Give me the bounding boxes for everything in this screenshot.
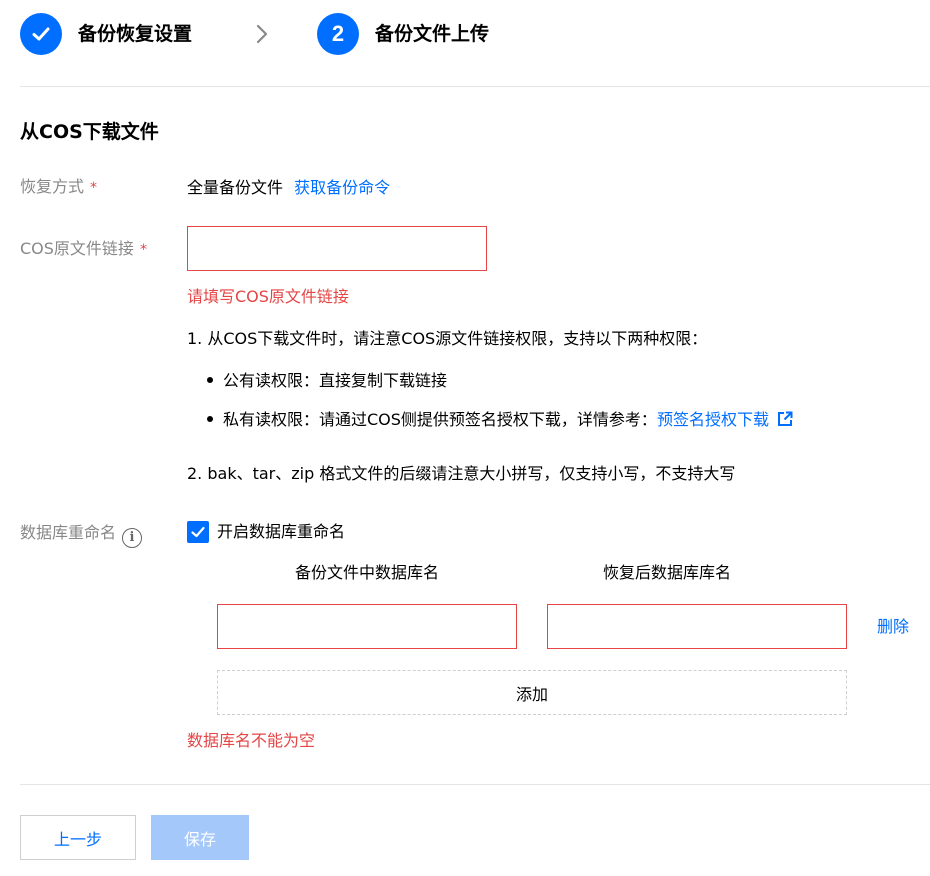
cos-link-error: 请填写COS原文件链接 [187, 287, 349, 306]
note-bullet-private-text: 私有读权限：请通过COS侧提供预签名授权下载，详情参考： [223, 410, 657, 429]
db-name-error: 数据库名不能为空 [187, 731, 316, 750]
presign-auth-link-text: 预签名授权下载 [656, 410, 769, 429]
save-button[interactable]: 保存 [151, 815, 249, 860]
required-mark: * [139, 242, 147, 258]
col-header-source-db: 备份文件中数据库名 [294, 563, 439, 582]
add-db-rename-button[interactable]: 添加 [217, 670, 847, 715]
check-icon [191, 526, 205, 538]
db-rename-checkbox[interactable] [187, 521, 209, 543]
info-icon[interactable]: i [122, 528, 143, 548]
step-1-label: 备份恢复设置 [78, 23, 193, 45]
step-2-indicator: 2 [317, 13, 359, 55]
required-mark: * [90, 180, 98, 196]
note-bullet-public: 公有读权限：直接复制下载链接 [207, 370, 447, 392]
col-header-target-db: 恢复后数据库库名 [602, 563, 731, 582]
note-line-2: 2. bak、tar、zip 格式文件的后缀请注意大小拼写，仅支持小写，不支持大… [187, 464, 736, 483]
db-rename-label: 数据库重命名 i [20, 522, 143, 548]
target-db-name-input[interactable] [547, 604, 847, 649]
restore-method-label: 恢复方式 * [20, 176, 97, 199]
cos-link-label: COS原文件链接 * [20, 238, 147, 261]
header-divider [20, 86, 930, 87]
presign-auth-link[interactable]: 预签名授权下载 [657, 410, 793, 429]
step-2-number: 2 [331, 21, 345, 46]
restore-method-label-text: 恢复方式 [20, 177, 85, 196]
restore-method-value: 全量备份文件 [187, 178, 284, 197]
source-db-name-input[interactable] [217, 604, 517, 649]
step-1-done-indicator [20, 13, 62, 55]
step-2-label: 备份文件上传 [375, 23, 490, 45]
check-icon [32, 27, 50, 41]
section-title: 从COS下载文件 [20, 121, 159, 143]
restore-method-value-row: 全量备份文件 获取备份命令 [187, 177, 390, 199]
db-rename-checkbox-label[interactable]: 开启数据库重命名 [217, 521, 345, 543]
delete-row-button[interactable]: 删除 [877, 616, 909, 638]
chevron-right-icon [256, 24, 268, 44]
note-bullet-private: 私有读权限：请通过COS侧提供预签名授权下载，详情参考：预签名授权下载 [207, 409, 793, 431]
external-link-icon [777, 411, 793, 426]
bullet-dot [207, 416, 213, 422]
footer-divider [20, 784, 930, 785]
note-bullet-public-text: 公有读权限：直接复制下载链接 [223, 371, 448, 390]
bullet-dot [207, 377, 213, 383]
cos-link-label-text: COS原文件链接 [20, 239, 134, 258]
db-rename-label-text: 数据库重命名 [20, 523, 117, 542]
note-line-1: 1. 从COS下载文件时，请注意COS源文件链接权限，支持以下两种权限： [187, 329, 708, 348]
prev-step-button[interactable]: 上一步 [20, 815, 136, 860]
get-backup-command-link[interactable]: 获取备份命令 [294, 178, 390, 197]
cos-link-input[interactable] [187, 226, 487, 271]
